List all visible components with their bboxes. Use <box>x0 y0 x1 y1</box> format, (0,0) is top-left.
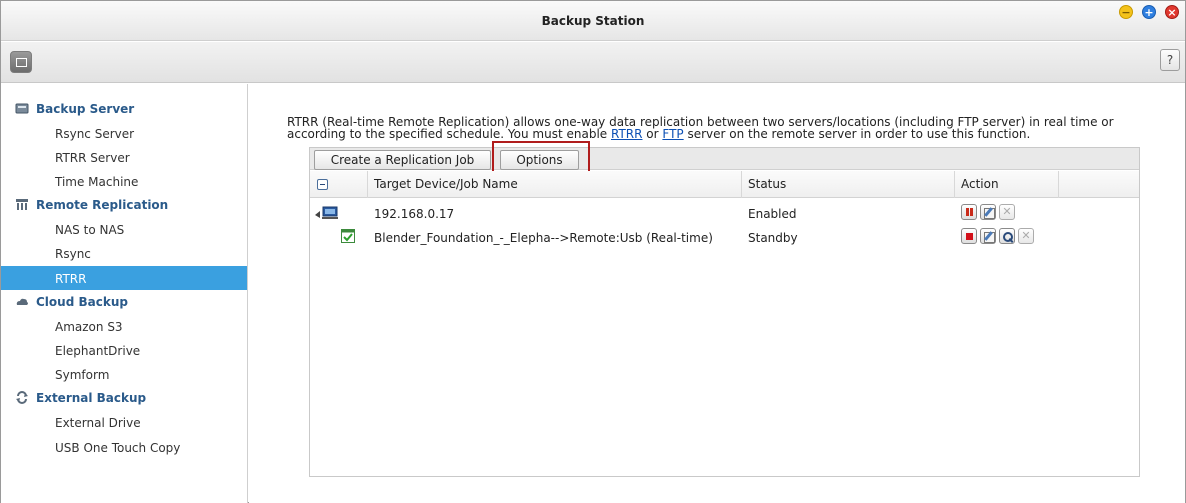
header-status[interactable]: Status <box>742 171 955 198</box>
sidebar-item-label: RTRR Server <box>55 151 130 165</box>
panel-toolbar: Create a Replication Job Options <box>310 141 1139 173</box>
sidebar-item-rsync-server[interactable]: Rsync Server <box>1 121 247 145</box>
cloud-icon <box>16 298 28 305</box>
sidebar-item-label: Rsync Server <box>55 127 135 141</box>
table-header: Target Device/Job Name Status Action <box>310 171 1139 198</box>
sidebar-item-time-machine[interactable]: Time Machine <box>1 169 247 193</box>
table-row-device[interactable]: 192.168.0.17 Enabled ✕ <box>310 201 1060 225</box>
title-bar: Backup Station − + × <box>1 1 1185 41</box>
rtrr-link[interactable]: RTRR <box>611 127 642 141</box>
maximize-icon[interactable]: + <box>1142 5 1156 19</box>
replication-icon <box>16 199 28 210</box>
description-text: server on the remote server in order to … <box>683 127 1031 141</box>
help-button[interactable]: ? <box>1160 49 1180 71</box>
job-status: Standby <box>748 231 798 245</box>
table-row-job[interactable]: Blender_Foundation_-_Elepha-->Remote:Usb… <box>310 225 1060 249</box>
server-icon <box>15 103 29 114</box>
options-highlight <box>492 141 590 173</box>
rtrr-description: RTRR (Real-time Remote Replication) allo… <box>287 116 1147 140</box>
ftp-link[interactable]: FTP <box>662 127 683 141</box>
delete-icon[interactable]: ✕ <box>1018 228 1034 244</box>
sidebar-section-cloud-backup[interactable]: Cloud Backup <box>1 290 247 314</box>
toolbar: ? <box>1 42 1185 83</box>
sidebar: Backup Server Rsync Server RTRR Server T… <box>1 84 248 503</box>
create-replication-job-button[interactable]: Create a Replication Job <box>314 150 491 170</box>
sidebar-section-label: Cloud Backup <box>36 295 128 309</box>
window-title: Backup Station <box>541 14 645 28</box>
panel-icon <box>16 58 27 67</box>
backup-station-window: Backup Station − + × ? Backup Server Rsy… <box>0 0 1186 503</box>
menu-toggle-button[interactable] <box>10 51 32 73</box>
sidebar-item-label: Amazon S3 <box>55 320 123 334</box>
minimize-icon[interactable]: − <box>1119 5 1133 19</box>
sidebar-item-amazon-s3[interactable]: Amazon S3 <box>1 314 247 338</box>
sidebar-item-external-drive[interactable]: External Drive <box>1 410 247 434</box>
description-text: or <box>642 127 663 141</box>
device-status: Enabled <box>748 207 797 221</box>
sidebar-item-rtrr[interactable]: RTRR <box>1 266 247 290</box>
sidebar-item-label: RTRR <box>55 272 87 286</box>
header-collapse-cell <box>310 171 368 198</box>
pause-icon[interactable] <box>961 204 977 220</box>
sidebar-item-label: NAS to NAS <box>55 223 125 237</box>
sidebar-section-label: Remote Replication <box>36 198 169 212</box>
sidebar-item-usb-one-touch-copy[interactable]: USB One Touch Copy <box>1 435 247 459</box>
sidebar-item-label: Rsync <box>55 247 91 261</box>
sidebar-section-backup-server[interactable]: Backup Server <box>1 97 247 121</box>
main-content: RTRR (Real-time Remote Replication) allo… <box>249 84 1185 503</box>
job-check-icon <box>341 229 355 243</box>
job-name: Blender_Foundation_-_Elepha-->Remote:Usb… <box>374 231 713 245</box>
sidebar-item-label: Time Machine <box>55 175 139 189</box>
view-log-icon[interactable] <box>999 228 1015 244</box>
sidebar-section-label: Backup Server <box>36 102 135 116</box>
replication-jobs-panel: Create a Replication Job Options Target … <box>309 141 1140 477</box>
sidebar-item-label: USB One Touch Copy <box>55 441 181 455</box>
sidebar-section-remote-replication[interactable]: Remote Replication <box>1 193 247 217</box>
sidebar-item-rtrr-server[interactable]: RTRR Server <box>1 145 247 169</box>
device-name: 192.168.0.17 <box>374 207 455 221</box>
sidebar-item-symform[interactable]: Symform <box>1 362 247 386</box>
sidebar-section-label: External Backup <box>36 391 147 405</box>
edit-icon[interactable] <box>980 204 996 220</box>
edit-icon[interactable] <box>980 228 996 244</box>
header-target-device[interactable]: Target Device/Job Name <box>368 171 742 198</box>
sidebar-section-external-backup[interactable]: External Backup <box>1 386 247 410</box>
collapse-all-icon[interactable] <box>317 179 328 190</box>
delete-icon[interactable]: ✕ <box>999 204 1015 220</box>
sidebar-item-rsync[interactable]: Rsync <box>1 241 247 265</box>
sidebar-item-label: ElephantDrive <box>55 344 141 358</box>
sidebar-item-label: External Drive <box>55 416 141 430</box>
stop-icon[interactable] <box>961 228 977 244</box>
sidebar-item-elephantdrive[interactable]: ElephantDrive <box>1 338 247 362</box>
sync-icon <box>16 391 28 404</box>
sidebar-item-label: Symform <box>55 368 110 382</box>
close-icon[interactable]: × <box>1165 5 1179 19</box>
header-action[interactable]: Action <box>955 171 1059 198</box>
sidebar-item-nas-to-nas[interactable]: NAS to NAS <box>1 217 247 241</box>
expand-arrow-computer-icon[interactable] <box>314 206 340 220</box>
